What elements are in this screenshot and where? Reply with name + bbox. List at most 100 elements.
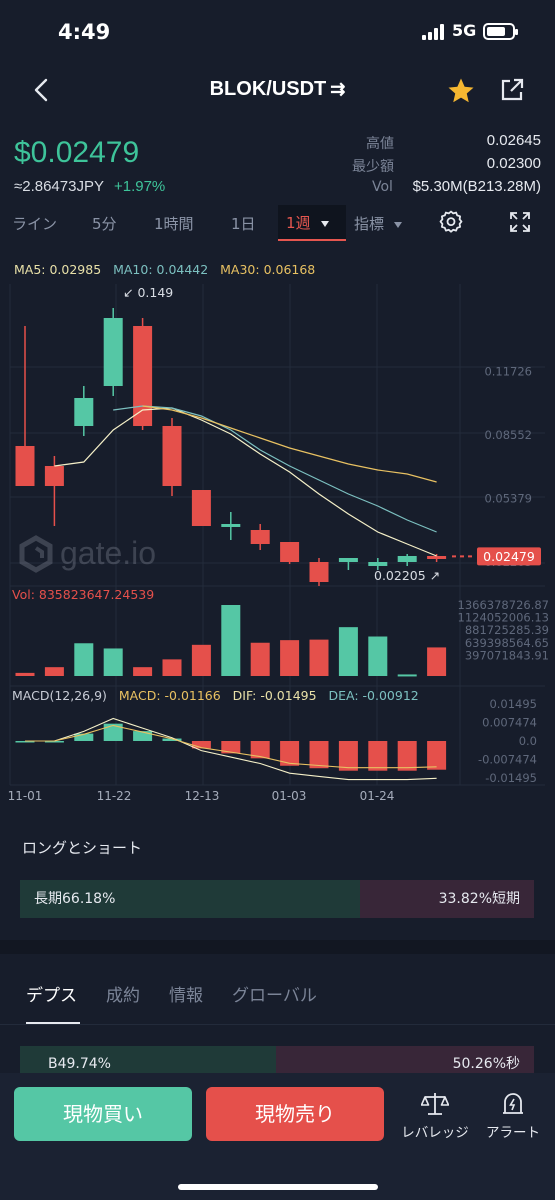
- section-divider: [0, 940, 555, 954]
- switch-pair-icon[interactable]: ⇉: [330, 79, 345, 99]
- settings-gear-icon[interactable]: [439, 210, 463, 234]
- time-tick: 01-24: [360, 789, 395, 800]
- tab-trades[interactable]: 成約: [106, 981, 140, 1006]
- interval-tabs: ライン 5分 1時間 1日 1週 指標: [0, 203, 555, 243]
- pair-name: BLOK/USDT: [209, 78, 327, 100]
- battery-icon: [483, 23, 518, 40]
- chevron-down-icon: [320, 220, 329, 227]
- tab-info[interactable]: 情報: [169, 981, 203, 1006]
- ma-legend: MA5: 0.02985 MA10: 0.04442 MA30: 0.06168: [14, 262, 315, 277]
- spot-buy-button[interactable]: 現物買い: [14, 1087, 192, 1141]
- volume-chart: 1366378726.871124052006.13881725285.3963…: [15, 598, 549, 677]
- volume-bar: [44, 667, 64, 676]
- time-tick: 11-01: [8, 789, 43, 800]
- ma10-label: MA10: 0.04442: [113, 262, 209, 277]
- high-value: 0.02645: [486, 132, 541, 149]
- low-value: 0.02300: [486, 155, 541, 172]
- candle-body: [338, 558, 358, 562]
- tab-1week[interactable]: 1週: [278, 205, 346, 241]
- volume-title: Vol: 835823647.24539: [12, 587, 155, 602]
- volume-bar: [162, 659, 182, 676]
- macd-tick: -0.01495: [485, 771, 537, 785]
- price-change: +1.97%: [113, 178, 166, 195]
- tab-5min[interactable]: 5分: [92, 213, 117, 234]
- candle-body: [309, 562, 329, 582]
- tab-indicators[interactable]: 指標: [354, 213, 403, 234]
- leverage-button[interactable]: レバレッジ: [396, 1091, 474, 1141]
- tabs-divider: [0, 1024, 555, 1025]
- macd-tick: -0.007474: [478, 752, 537, 766]
- home-indicator: [178, 1184, 378, 1190]
- long-ratio: 長期66.18%: [20, 880, 361, 918]
- bell-alert-icon: [503, 1093, 523, 1114]
- volume-bar: [427, 647, 447, 676]
- candle-body: [133, 326, 153, 426]
- macd-tick: 0.01495: [489, 697, 537, 711]
- tab-global[interactable]: グローバル: [232, 981, 317, 1006]
- dif-value: DIF: -0.01495: [232, 688, 317, 703]
- long-short-bar: 長期66.18% 33.82%短期: [20, 880, 534, 918]
- low-label: 最少額: [352, 159, 394, 175]
- tab-line[interactable]: ライン: [12, 213, 57, 234]
- spot-sell-button[interactable]: 現物売り: [206, 1087, 384, 1141]
- volume-bar: [15, 672, 35, 676]
- share-icon[interactable]: [498, 76, 526, 104]
- long-short-title: ロングとショート: [22, 839, 143, 857]
- tab-depth[interactable]: デプス: [26, 981, 77, 1006]
- scale-icon: [420, 1093, 450, 1115]
- volume-bar: [338, 627, 358, 676]
- alert-label: アラート: [486, 1125, 540, 1141]
- candle-body: [368, 562, 388, 566]
- macd-value: MACD: -0.01166: [118, 688, 221, 703]
- candle-body: [74, 398, 94, 426]
- candle-body: [280, 542, 300, 562]
- fullscreen-icon[interactable]: [509, 211, 531, 233]
- time-tick: 11-22: [97, 789, 132, 800]
- status-time: 4:49: [58, 20, 111, 44]
- candle-body: [250, 530, 270, 544]
- vol-value: $5.30M(B213.28M): [412, 178, 541, 195]
- time-axis: 11-01 11-22 12-13 01-03 01-24: [8, 789, 395, 800]
- high-label: 高値: [366, 136, 394, 152]
- time-tick: 12-13: [185, 789, 220, 800]
- trade-footer: 現物買い 現物売り レバレッジ アラート: [0, 1073, 555, 1200]
- tab-1day[interactable]: 1日: [231, 213, 256, 234]
- volume-bar: [103, 648, 123, 676]
- price-tick: 0.05379: [484, 491, 532, 505]
- price-annotations: ↙ 0.149 0.02205 ↗ 0.02479: [123, 285, 541, 583]
- volume-bar: [191, 644, 211, 676]
- status-bar: 4:49 5G: [0, 0, 555, 62]
- macd-bar: [309, 741, 329, 769]
- volume-bar: [221, 605, 241, 676]
- time-tick: 01-03: [272, 789, 307, 800]
- candle-body: [44, 466, 64, 486]
- candle-body: [15, 446, 35, 486]
- macd-title: MACD(12,26,9): [12, 688, 107, 703]
- macd-bar: [103, 723, 123, 741]
- ma30-label: MA30: 0.06168: [220, 262, 316, 277]
- fiat-value: ≈2.86473JPY: [14, 178, 104, 195]
- leverage-label: レバレッジ: [401, 1125, 469, 1141]
- volume-bar: [397, 674, 417, 677]
- last-price-label: 0.02479: [483, 549, 535, 564]
- kline-chart[interactable]: gate.io 0.117260.085520.053790.02205 ↙ 0…: [0, 280, 555, 800]
- min-price-label: 0.02205 ↗: [374, 568, 440, 583]
- candle-body: [103, 318, 123, 386]
- volume-bar: [368, 636, 388, 676]
- candle-body: [221, 524, 241, 527]
- tab-1week-label: 1週: [286, 214, 311, 232]
- favorite-star-icon[interactable]: [446, 76, 476, 106]
- ma-lines: [54, 405, 437, 557]
- candle-body: [162, 426, 182, 486]
- macd-bar: [427, 741, 447, 770]
- alert-button[interactable]: アラート: [480, 1091, 546, 1141]
- volume-bar: [133, 667, 153, 676]
- vol-label: Vol: [372, 179, 393, 195]
- tab-1hour[interactable]: 1時間: [154, 213, 194, 234]
- volume-bar: [74, 643, 94, 676]
- watermark-text: gate.io: [60, 535, 156, 571]
- macd-bar: [397, 741, 417, 771]
- macd-bar: [338, 741, 358, 771]
- price-tick: 0.08552: [484, 428, 532, 442]
- price-axis: 0.117260.085520.053790.02205: [484, 364, 532, 568]
